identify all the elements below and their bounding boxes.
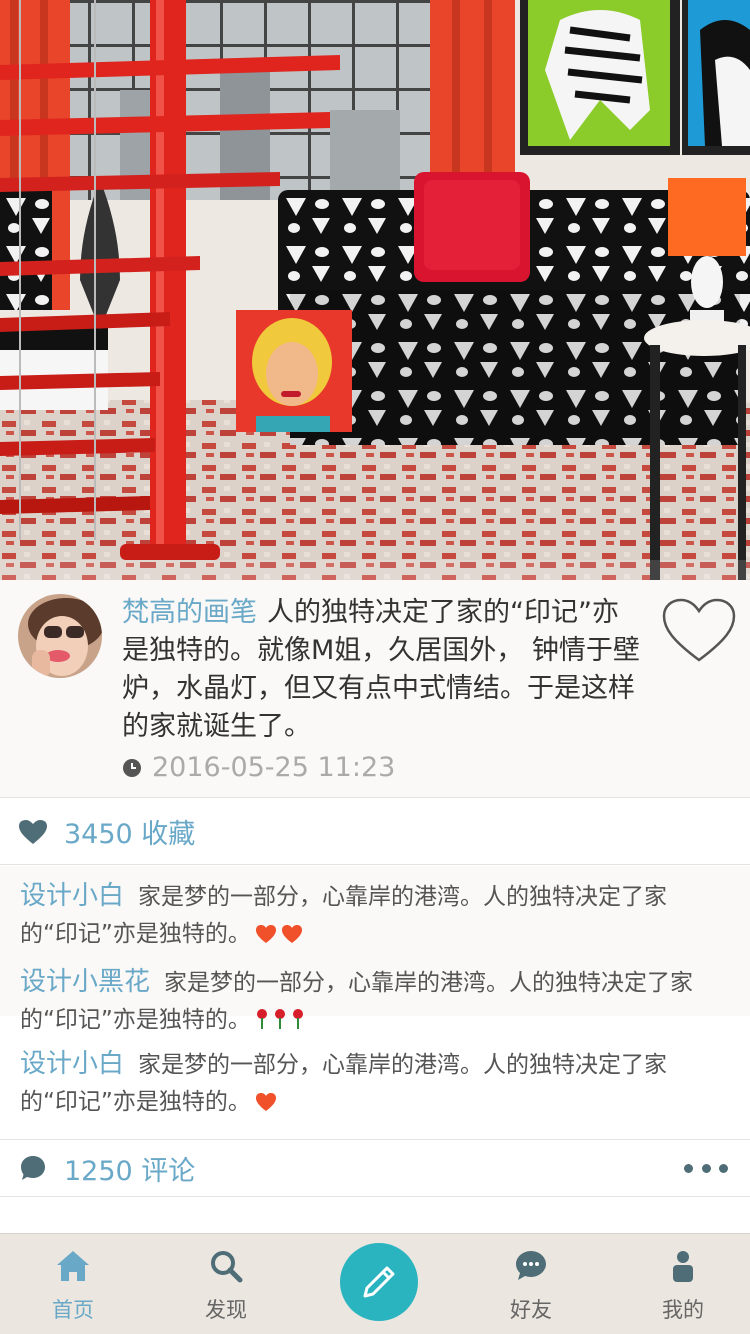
author-name[interactable]: 梵高的画笔 bbox=[122, 597, 257, 628]
post-header: 梵高的画笔 人的独特决定了家的“印记”亦是独特的。就像M姐，久居国外， 钟情于壁炉… bbox=[0, 580, 750, 798]
heart-emoji-icon bbox=[255, 925, 276, 943]
comment-count: 1250 评论 bbox=[64, 1155, 196, 1187]
tab-home-label: 首页 bbox=[52, 1298, 94, 1322]
post-timestamp: 2016-05-25 11:23 bbox=[122, 752, 395, 783]
like-button[interactable] bbox=[660, 596, 738, 666]
tab-friends-label: 好友 bbox=[510, 1298, 552, 1322]
avatar-image bbox=[18, 594, 102, 678]
clock-icon bbox=[123, 758, 141, 777]
heart-emoji-icon bbox=[281, 925, 302, 943]
post-time-text: 2016-05-25 11:23 bbox=[152, 752, 396, 783]
hero-image[interactable] bbox=[0, 0, 750, 580]
comment-author[interactable]: 设计小白 bbox=[20, 1049, 124, 1079]
avatar[interactable] bbox=[18, 594, 102, 678]
tab-mine-label: 我的 bbox=[662, 1298, 704, 1322]
chat-icon bbox=[516, 1251, 546, 1280]
more-options-icon[interactable] bbox=[684, 1158, 728, 1178]
comment-author[interactable]: 设计小黑花 bbox=[20, 967, 150, 997]
comment-author[interactable]: 设计小白 bbox=[20, 881, 124, 911]
post-text-block: 梵高的画笔 人的独特决定了家的“印记”亦是独特的。就像M姐，久居国外， 钟情于壁炉… bbox=[122, 594, 642, 746]
tab-home[interactable]: 首页 bbox=[23, 1234, 123, 1334]
search-icon bbox=[211, 1251, 243, 1283]
roses-emoji-icon bbox=[256, 1009, 303, 1029]
comment-item[interactable]: 设计小黑花 家是梦的一部分，心靠岸的港湾。人的独特决定了家的“印记”亦是独特的。 bbox=[20, 964, 710, 1039]
tab-discover[interactable]: 发现 bbox=[176, 1234, 276, 1334]
home-icon bbox=[57, 1251, 89, 1281]
comments-row[interactable]: 1250 评论 bbox=[0, 1139, 750, 1197]
heart-outline-icon bbox=[662, 598, 736, 662]
comment-item[interactable]: 设计小白 家是梦的一部分，心靠岸的港湾。人的独特决定了家的“印记”亦是独特的。 bbox=[20, 878, 710, 953]
pencil-icon bbox=[363, 1266, 395, 1298]
tab-mine[interactable]: 我的 bbox=[633, 1234, 733, 1334]
comment-bubble-icon bbox=[21, 1156, 45, 1180]
tab-discover-label: 发现 bbox=[205, 1298, 247, 1322]
interior-photo bbox=[0, 0, 750, 580]
favorites-count: 3450 收藏 bbox=[64, 819, 196, 850]
tab-friends[interactable]: 好友 bbox=[481, 1234, 581, 1334]
heart-icon bbox=[19, 819, 47, 844]
heart-emoji-icon bbox=[255, 1093, 276, 1111]
compose-button[interactable] bbox=[340, 1243, 418, 1321]
comment-item[interactable]: 设计小白 家是梦的一部分，心靠岸的港湾。人的独特决定了家的“印记”亦是独特的。 bbox=[20, 1046, 710, 1121]
user-icon bbox=[673, 1251, 693, 1282]
favorites-row[interactable]: 3450 收藏 bbox=[0, 799, 750, 865]
comment-list: 设计小白 家是梦的一部分，心靠岸的港湾。人的独特决定了家的“印记”亦是独特的。 设… bbox=[0, 866, 750, 1139]
